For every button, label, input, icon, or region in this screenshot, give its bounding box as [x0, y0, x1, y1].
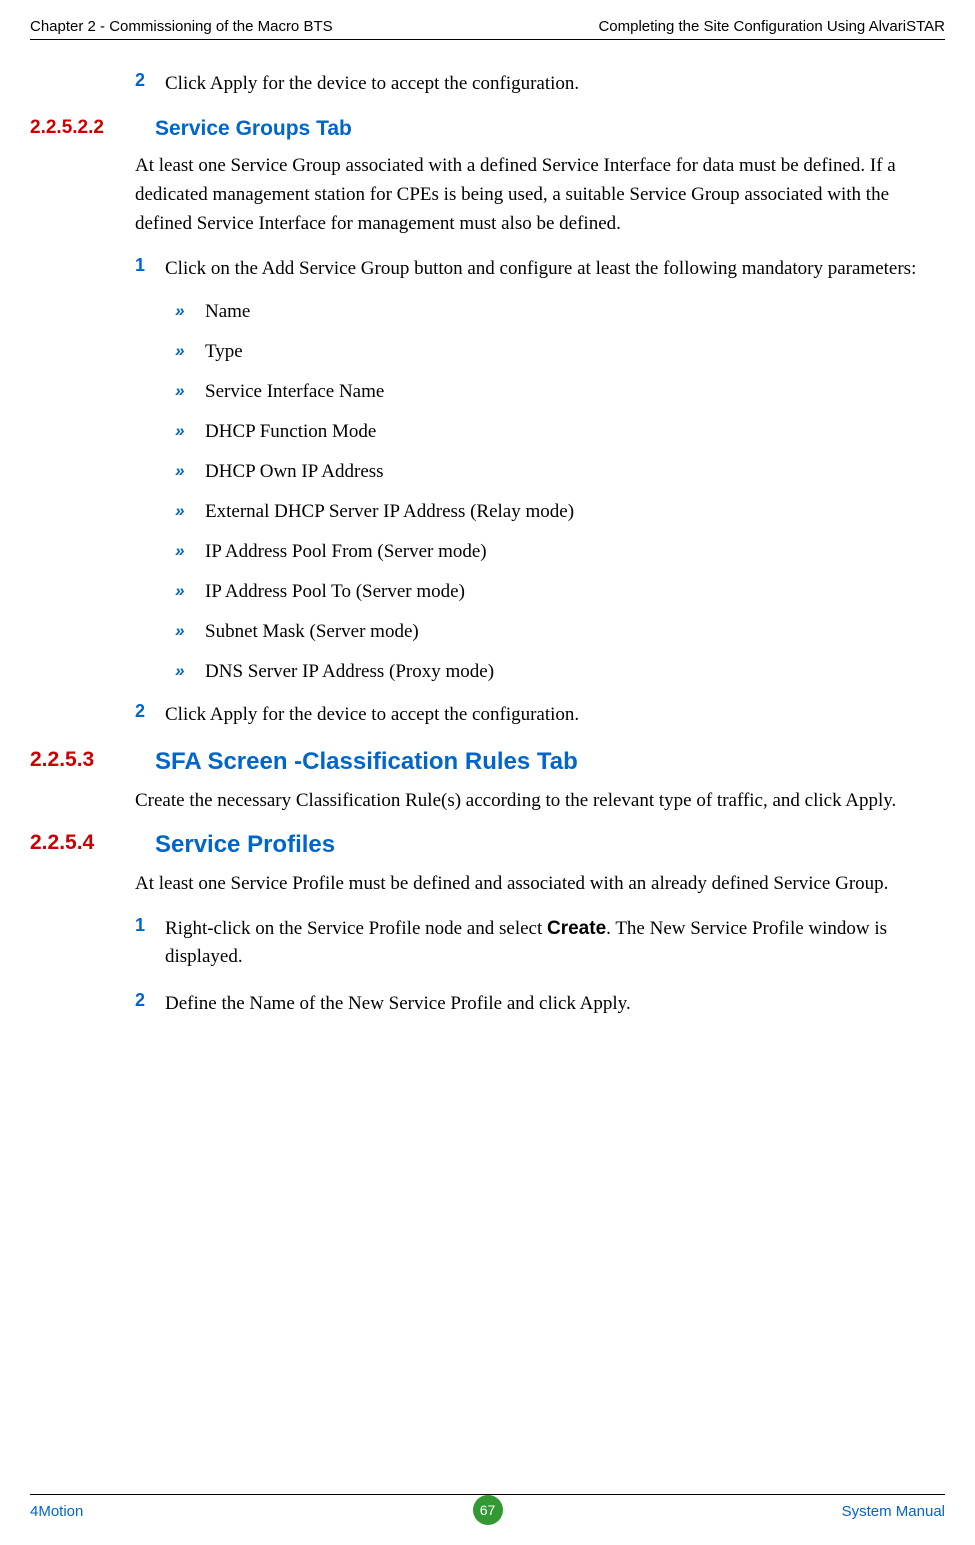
- bullet-marker-icon: »: [175, 341, 205, 363]
- section-heading: 2.2.5.3 SFA Screen -Classification Rules…: [30, 748, 945, 776]
- section-number: 2.2.5.2.2: [30, 117, 155, 141]
- bullet-marker-icon: »: [175, 621, 205, 643]
- bullet-item: » IP Address Pool To (Server mode): [175, 581, 945, 603]
- bullet-text: External DHCP Server IP Address (Relay m…: [205, 501, 574, 523]
- bullet-item: » Service Interface Name: [175, 381, 945, 403]
- body-paragraph: Create the necessary Classification Rule…: [135, 786, 945, 815]
- section-title: Service Groups Tab: [155, 117, 352, 141]
- section-title: Service Profiles: [155, 831, 335, 859]
- bullet-text: DHCP Own IP Address: [205, 461, 384, 483]
- section-title: SFA Screen -Classification Rules Tab: [155, 748, 578, 776]
- step-number: 1: [135, 915, 165, 972]
- bullet-item: » IP Address Pool From (Server mode): [175, 541, 945, 563]
- footer-left: 4Motion: [30, 1503, 83, 1520]
- bullet-item: » DHCP Function Mode: [175, 421, 945, 443]
- step-text-before: Right-click on the Service Profile node …: [165, 918, 547, 939]
- bullet-marker-icon: »: [175, 661, 205, 683]
- bullet-item: » Subnet Mask (Server mode): [175, 621, 945, 643]
- page-header: Chapter 2 - Commissioning of the Macro B…: [0, 0, 975, 39]
- section-heading: 2.2.5.2.2 Service Groups Tab: [30, 117, 945, 141]
- step-text: Click Apply for the device to accept the…: [165, 70, 579, 99]
- body-paragraph: At least one Service Profile must be def…: [135, 869, 945, 898]
- step-item: 1 Click on the Add Service Group button …: [135, 255, 945, 284]
- page-footer: 4Motion 67 System Manual: [0, 1494, 975, 1520]
- step-item: 2 Click Apply for the device to accept t…: [135, 701, 945, 730]
- step-number: 2: [135, 70, 165, 99]
- bullet-text: DHCP Function Mode: [205, 421, 376, 443]
- footer-right: System Manual: [842, 1503, 945, 1520]
- bullet-item: » Name: [175, 301, 945, 323]
- step-text: Define the Name of the New Service Profi…: [165, 990, 631, 1019]
- step-text: Right-click on the Service Profile node …: [165, 915, 945, 972]
- step-item: 2 Define the Name of the New Service Pro…: [135, 990, 945, 1019]
- bullet-marker-icon: »: [175, 501, 205, 523]
- header-left: Chapter 2 - Commissioning of the Macro B…: [30, 18, 333, 35]
- step-text: Click on the Add Service Group button an…: [165, 255, 916, 284]
- page-content: 2 Click Apply for the device to accept t…: [0, 40, 975, 1018]
- bullet-text: Service Interface Name: [205, 381, 384, 403]
- bullet-text: DNS Server IP Address (Proxy mode): [205, 661, 494, 683]
- step-text: Click Apply for the device to accept the…: [165, 701, 579, 730]
- bullet-text: IP Address Pool From (Server mode): [205, 541, 487, 563]
- section-number: 2.2.5.3: [30, 748, 155, 776]
- bullet-marker-icon: »: [175, 581, 205, 603]
- bold-text: Create: [547, 918, 606, 939]
- bullet-text: Subnet Mask (Server mode): [205, 621, 419, 643]
- bullet-marker-icon: »: [175, 301, 205, 323]
- step-item: 1 Right-click on the Service Profile nod…: [135, 915, 945, 972]
- step-item: 2 Click Apply for the device to accept t…: [135, 70, 945, 99]
- bullet-item: » External DHCP Server IP Address (Relay…: [175, 501, 945, 523]
- bullet-item: » DHCP Own IP Address: [175, 461, 945, 483]
- page-number: 67: [473, 1495, 503, 1525]
- header-right: Completing the Site Configuration Using …: [598, 18, 945, 35]
- step-number: 2: [135, 701, 165, 730]
- section-heading: 2.2.5.4 Service Profiles: [30, 831, 945, 859]
- bullet-item: » Type: [175, 341, 945, 363]
- bullet-marker-icon: »: [175, 421, 205, 443]
- bullet-text: Type: [205, 341, 243, 363]
- bullet-text: Name: [205, 301, 250, 323]
- footer-content: 4Motion 67 System Manual: [30, 1503, 945, 1520]
- section-number: 2.2.5.4: [30, 831, 155, 859]
- bullet-marker-icon: »: [175, 381, 205, 403]
- bullet-item: » DNS Server IP Address (Proxy mode): [175, 661, 945, 683]
- bullet-marker-icon: »: [175, 541, 205, 563]
- body-paragraph: At least one Service Group associated wi…: [135, 151, 945, 239]
- step-number: 2: [135, 990, 165, 1019]
- step-number: 1: [135, 255, 165, 284]
- bullet-text: IP Address Pool To (Server mode): [205, 581, 465, 603]
- bullet-marker-icon: »: [175, 461, 205, 483]
